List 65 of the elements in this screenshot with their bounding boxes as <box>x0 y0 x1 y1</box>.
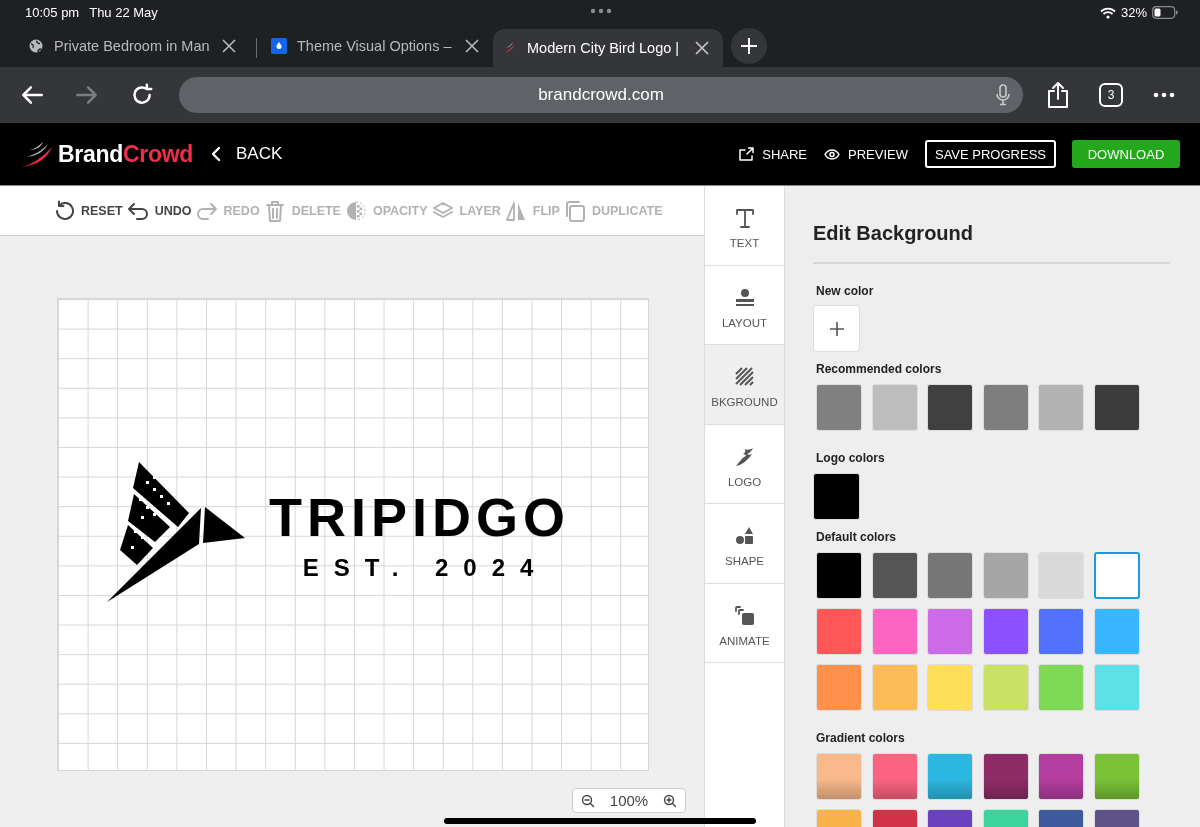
tool-button[interactable]: RESET <box>53 199 125 222</box>
zoom-out-icon <box>581 793 595 808</box>
droplet-icon <box>271 38 287 54</box>
tab-title: Modern City Bird Logo | <box>527 40 681 56</box>
browser-tab[interactable]: Modern City Bird Logo | <box>493 29 723 67</box>
plus-icon <box>828 320 845 337</box>
add-color-button[interactable] <box>813 305 860 352</box>
share-button[interactable] <box>1047 81 1069 109</box>
brand-name[interactable]: BrandCrowd <box>58 140 193 168</box>
tab-title: Theme Visual Options – <box>297 38 453 54</box>
section-label: Recommended colors <box>816 362 943 376</box>
multitask-dots-icon <box>590 8 612 14</box>
flip-icon <box>504 199 527 222</box>
text-t-icon <box>733 207 756 230</box>
close-icon[interactable] <box>695 41 709 55</box>
logo-title: TRIPIDGO <box>269 489 570 544</box>
swoosh-icon <box>733 445 756 468</box>
address-bar[interactable]: brandcrowd.com <box>179 77 1023 113</box>
section-label: Logo colors <box>816 451 886 465</box>
panel-title: Edit Background <box>813 222 1170 264</box>
wifi-icon <box>1099 6 1116 19</box>
section-label: New color <box>816 284 875 298</box>
close-icon[interactable] <box>222 39 236 53</box>
half-checker-icon <box>344 199 367 222</box>
zoom-level: 100% <box>609 792 649 809</box>
share-link[interactable]: SHARE <box>739 146 807 162</box>
reset-icon <box>53 199 75 222</box>
chevron-left-icon <box>211 146 221 162</box>
new-tab-button[interactable] <box>731 28 767 64</box>
preview-link[interactable]: PREVIEW <box>824 146 908 162</box>
microphone-icon[interactable] <box>995 84 1011 106</box>
color-swatch[interactable] <box>1093 552 1140 599</box>
section-label: Gradient colors <box>816 731 906 745</box>
artboard[interactable]: TRIPIDGO EST. 2024 <box>57 298 649 771</box>
share-icon <box>1047 81 1069 109</box>
status-date: Thu 22 May <box>89 5 158 20</box>
logo-subtitle: EST. 2024 <box>301 555 549 580</box>
layout-icon <box>733 286 756 309</box>
trash-icon <box>263 199 286 222</box>
battery-icon <box>1152 6 1178 19</box>
browser-tab[interactable]: Theme Visual Options – <box>263 27 493 65</box>
zoom-out-button[interactable] <box>581 793 595 808</box>
tool-button[interactable]: UNDO <box>126 199 194 222</box>
tab-count-button[interactable]: 3 <box>1099 83 1123 107</box>
stacked-squares-icon <box>733 604 756 627</box>
plus-icon <box>740 37 758 55</box>
globe-icon <box>28 38 44 54</box>
share-out-icon <box>739 147 755 161</box>
status-time: 10:05 pm <box>25 5 80 20</box>
duplicate-icon <box>563 199 586 222</box>
more-button[interactable] <box>1153 92 1175 98</box>
close-icon[interactable] <box>465 39 479 53</box>
side-tab[interactable]: BKGROUND <box>705 345 784 425</box>
save-progress-button[interactable]: SAVE PROGRESS <box>925 140 1056 168</box>
more-icon <box>1153 92 1175 98</box>
back-link[interactable]: BACK <box>211 144 283 164</box>
url-text: brandcrowd.com <box>538 85 664 105</box>
section-label: Default colors <box>816 530 897 544</box>
eye-icon <box>824 148 840 160</box>
zoom-in-button[interactable] <box>663 793 677 808</box>
zoom-control[interactable]: 100% <box>572 788 686 813</box>
battery-percent: 32% <box>1120 5 1147 20</box>
zoom-in-icon <box>663 793 677 808</box>
tab-title: Private Bedroom in Man <box>54 38 211 54</box>
browser-tab[interactable]: Private Bedroom in Man <box>20 27 250 65</box>
